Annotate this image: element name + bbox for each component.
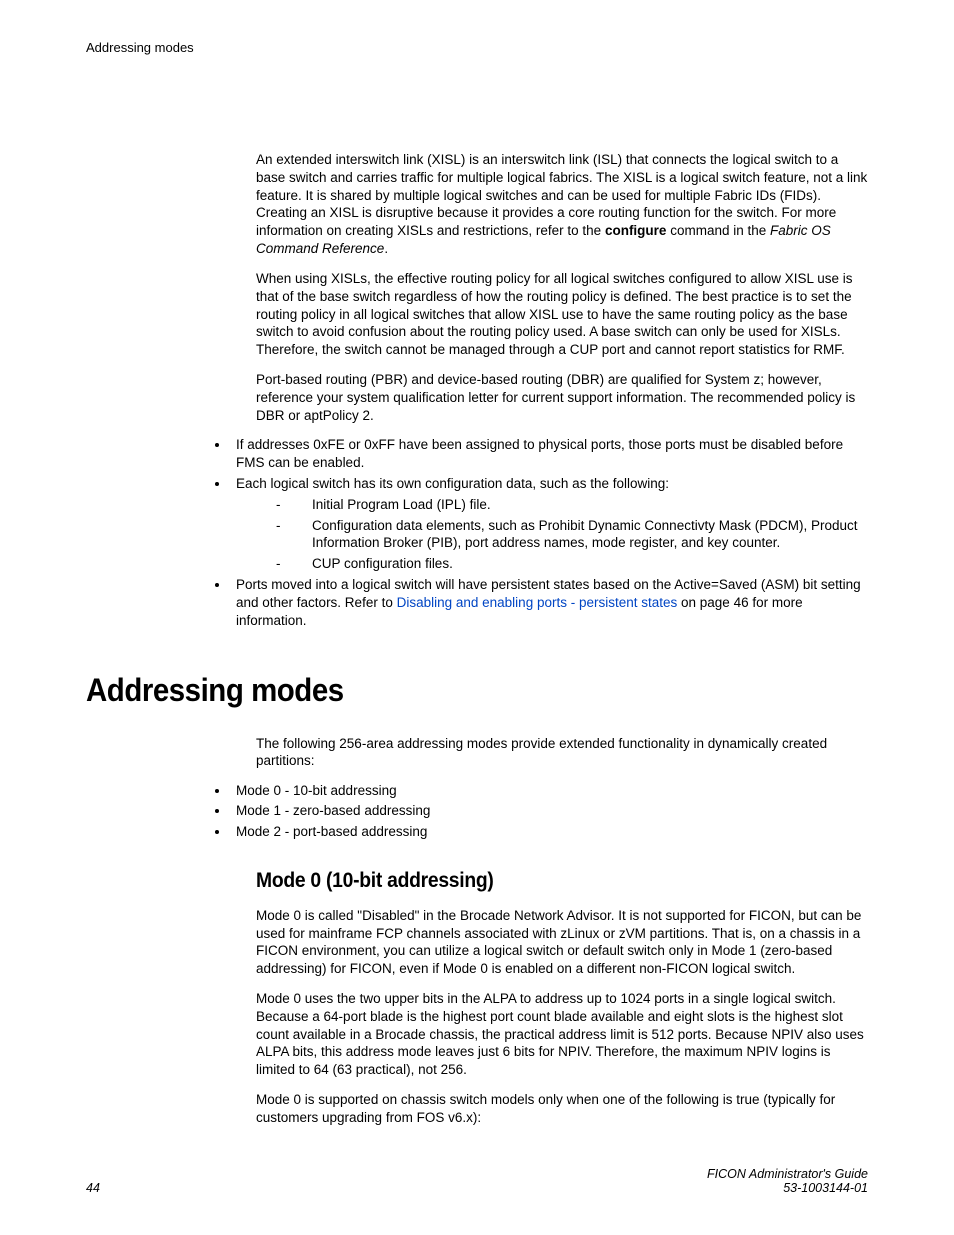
configure-command: configure	[605, 223, 667, 238]
text: command in the	[666, 223, 770, 238]
list-item: Each logical switch has its own configur…	[230, 475, 868, 573]
running-header: Addressing modes	[86, 40, 868, 55]
link-persistent-states[interactable]: Disabling and enabling ports - persisten…	[397, 595, 678, 610]
dash-list: Initial Program Load (IPL) file. Configu…	[236, 496, 868, 573]
list-item: Configuration data elements, such as Pro…	[276, 517, 868, 553]
bullet-list: If addresses 0xFE or 0xFF have been assi…	[238, 436, 868, 629]
list-item: Mode 1 - zero-based addressing	[230, 802, 868, 820]
modes-list: Mode 0 - 10-bit addressing Mode 1 - zero…	[238, 782, 868, 841]
subsection-heading-mode0: Mode 0 (10-bit addressing)	[256, 869, 819, 893]
paragraph-xisl-intro: An extended interswitch link (XISL) is a…	[256, 151, 868, 258]
list-item: Ports moved into a logical switch will h…	[230, 576, 868, 629]
guide-title: FICON Administrator's Guide	[707, 1167, 868, 1181]
doc-number: 53-1003144-01	[707, 1181, 868, 1195]
list-item: Mode 2 - port-based addressing	[230, 823, 868, 841]
page: Addressing modes An extended interswitch…	[0, 0, 954, 1235]
footer-right: FICON Administrator's Guide 53-1003144-0…	[707, 1167, 868, 1195]
body-column: The following 256-area addressing modes …	[256, 735, 868, 1127]
paragraph-mode0-alpa: Mode 0 uses the two upper bits in the AL…	[256, 990, 868, 1079]
text: .	[384, 241, 388, 256]
page-footer: 44 FICON Administrator's Guide 53-100314…	[86, 1167, 868, 1195]
paragraph-xisl-routing: When using XISLs, the effective routing …	[256, 270, 868, 359]
section-heading-addressing-modes: Addressing modes	[86, 672, 805, 709]
list-item: Mode 0 - 10-bit addressing	[230, 782, 868, 800]
page-number: 44	[86, 1181, 100, 1195]
list-item: CUP configuration files.	[276, 555, 868, 573]
body-column: An extended interswitch link (XISL) is a…	[256, 151, 868, 630]
paragraph-mode0-disabled: Mode 0 is called "Disabled" in the Broca…	[256, 907, 868, 978]
list-item: If addresses 0xFE or 0xFF have been assi…	[230, 436, 868, 472]
paragraph-modes-intro: The following 256-area addressing modes …	[256, 735, 868, 771]
paragraph-mode0-chassis: Mode 0 is supported on chassis switch mo…	[256, 1091, 868, 1127]
list-item: Initial Program Load (IPL) file.	[276, 496, 868, 514]
text: Each logical switch has its own configur…	[236, 476, 669, 491]
paragraph-pbr-dbr: Port-based routing (PBR) and device-base…	[256, 371, 868, 424]
